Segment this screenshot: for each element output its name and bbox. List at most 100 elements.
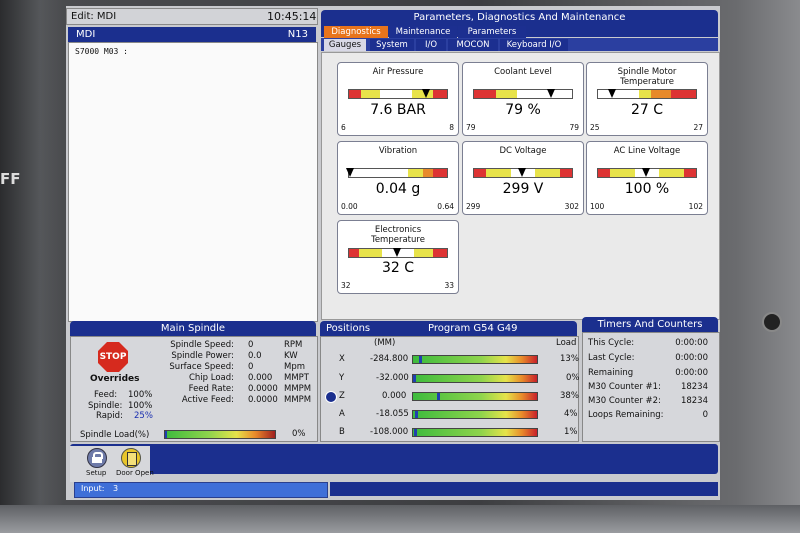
mdi-header: MDI N13 (68, 27, 316, 42)
gauge-electronics-temperature: Electronics Temperature 32 C 32 33 (337, 220, 459, 294)
spindle-load-bar (164, 430, 276, 439)
gauge-pointer (422, 89, 431, 98)
gauge-coolant-level: Coolant Level 79 % 79 79 (462, 62, 584, 136)
stat-surface-speed-unit: Mpm (284, 362, 306, 372)
timer-remaining-label: Remaining (588, 368, 634, 378)
timer-remaining-value: 0:00:00 (675, 368, 708, 378)
load-header: Load (556, 338, 577, 348)
gauge-pointer (345, 168, 354, 177)
subtab-gauges[interactable]: Gauges (324, 39, 366, 51)
gauge-value: 0.04 g (375, 181, 421, 197)
door-open-label: Door Open (116, 469, 154, 477)
gauge-min: 25 (590, 123, 600, 132)
gauge-vibration: Vibration 0.04 g 0.00 0.64 (337, 141, 459, 215)
setup-lock-icon[interactable] (87, 448, 107, 468)
edit-mode-bar: Edit: MDI 10:45:14 (66, 8, 318, 25)
stat-feed-rate-value: 0.0000 (248, 384, 278, 394)
gauge-min: 79 (466, 123, 476, 132)
axis-b-label: B (339, 427, 345, 437)
pdm-title: Parameters, Diagnostics And Maintenance (413, 12, 626, 23)
stat-spindle-speed-unit: RPM (284, 340, 303, 350)
gauge-pointer (642, 168, 650, 177)
load-marker (415, 411, 419, 418)
gauge-value: 27 C (630, 102, 664, 118)
overrides-label: Overrides (90, 374, 140, 384)
timer-last-cycle-value: 0:00:00 (675, 353, 708, 363)
monitor-bezel-bottom (0, 505, 800, 533)
gauge-min: 32 (341, 281, 351, 290)
stat-chip-load-unit: MMPT (284, 373, 309, 383)
subtab-io[interactable]: I/O (416, 39, 446, 51)
gauge-min: 299 (466, 202, 481, 211)
subtab-system[interactable]: System (370, 39, 414, 51)
gauge-title: Electronics Temperature (371, 225, 425, 245)
gauge-bar (348, 168, 448, 178)
subtab-mocon[interactable]: MOCON (448, 39, 498, 51)
stat-spindle-speed-value: 0 (248, 340, 254, 350)
gauge-title: Coolant Level (494, 67, 552, 77)
axis-x-load-bar (412, 355, 538, 364)
mdi-title: MDI (76, 29, 96, 40)
gauge-max: 33 (444, 281, 454, 290)
gauge-title: AC Line Voltage (613, 146, 681, 156)
gauge-value: 32 C (381, 260, 415, 276)
gauge-pointer (518, 168, 526, 177)
m30-counter-1-value: 18234 (680, 382, 708, 392)
timers-header: Timers And Counters (582, 317, 718, 332)
units-label: (MM) (374, 338, 396, 348)
gauge-min: 6 (341, 123, 346, 132)
spindle-load-value: 0% (292, 429, 306, 439)
axis-y-value: -32.000 (376, 373, 409, 383)
spindle-stats: Spindle Speed: 0 RPM Spindle Power: 0.0 … (162, 340, 312, 410)
gauge-value: 299 V (502, 181, 544, 197)
spindle-load-fill (165, 431, 167, 438)
tab-parameters[interactable]: Parameters (458, 26, 526, 38)
stat-active-feed-label: Active Feed: (181, 395, 234, 405)
input-bar[interactable]: Input: 3 (74, 482, 328, 498)
positions-panel (320, 336, 579, 442)
gauge-max: 8 (449, 123, 454, 132)
stat-feed-rate-unit: MMPM (284, 384, 312, 394)
gauge-value: 79 % (505, 102, 541, 118)
tab-maintenance[interactable]: Maintenance (389, 26, 457, 38)
gauge-value: 7.6 BAR (370, 102, 426, 118)
override-spindle-label: Spindle: (88, 401, 123, 411)
positions-header: Positions Program G54 G49 (320, 321, 577, 336)
tab-diagnostics[interactable]: Diagnostics (324, 26, 388, 38)
gauge-max: 79 (569, 123, 579, 132)
override-feed-label: Feed: (94, 390, 118, 400)
override-rapid-label: Rapid: (96, 411, 123, 421)
gauge-max: 27 (693, 123, 703, 132)
axis-z-label: Z (339, 391, 345, 401)
axis-b-load-bar (412, 428, 538, 437)
gauge-pointer (547, 89, 556, 98)
load-marker (413, 375, 416, 382)
timers-title: Timers And Counters (597, 319, 703, 330)
gauge-spindle-motor-temperature: Spindle Motor Temperature 27 C 25 27 (586, 62, 708, 136)
cnc-screen: Edit: MDI 10:45:14 MDI N13 S7000 M03 : P… (66, 6, 720, 500)
axis-y-load: 0% (566, 373, 580, 383)
edit-mode-label: Edit: MDI (71, 11, 117, 22)
axis-z-indicator-icon (325, 391, 337, 403)
subtab-keyboard-io[interactable]: Keyboard I/O (500, 39, 568, 51)
clock: 10:45:14 (267, 10, 317, 23)
door-open-icon[interactable] (121, 448, 141, 468)
stat-surface-speed-value: 0 (248, 362, 254, 372)
axis-a-load-bar (412, 410, 538, 419)
timer-last-cycle-label: Last Cycle: (588, 353, 635, 363)
mdi-program-area[interactable]: S7000 M03 : (68, 42, 318, 322)
spindle-load-label: Spindle Load(%) (80, 430, 150, 440)
gauge-ac-line-voltage: AC Line Voltage 100 % 100 102 (586, 141, 708, 215)
input-label: Input: (81, 484, 105, 493)
gauge-bar (348, 89, 448, 99)
gauge-pointer (607, 89, 616, 98)
gauge-max: 302 (564, 202, 579, 211)
stat-surface-speed-label: Surface Speed: (169, 362, 234, 372)
axis-a-label: A (339, 409, 345, 419)
timer-this-cycle-label: This Cycle: (588, 338, 635, 348)
gauge-title: DC Voltage (499, 146, 547, 156)
bezel-screw (762, 312, 782, 332)
load-marker (437, 393, 440, 400)
axis-y-label: Y (339, 373, 345, 383)
loops-remaining-value: 0 (702, 410, 708, 420)
